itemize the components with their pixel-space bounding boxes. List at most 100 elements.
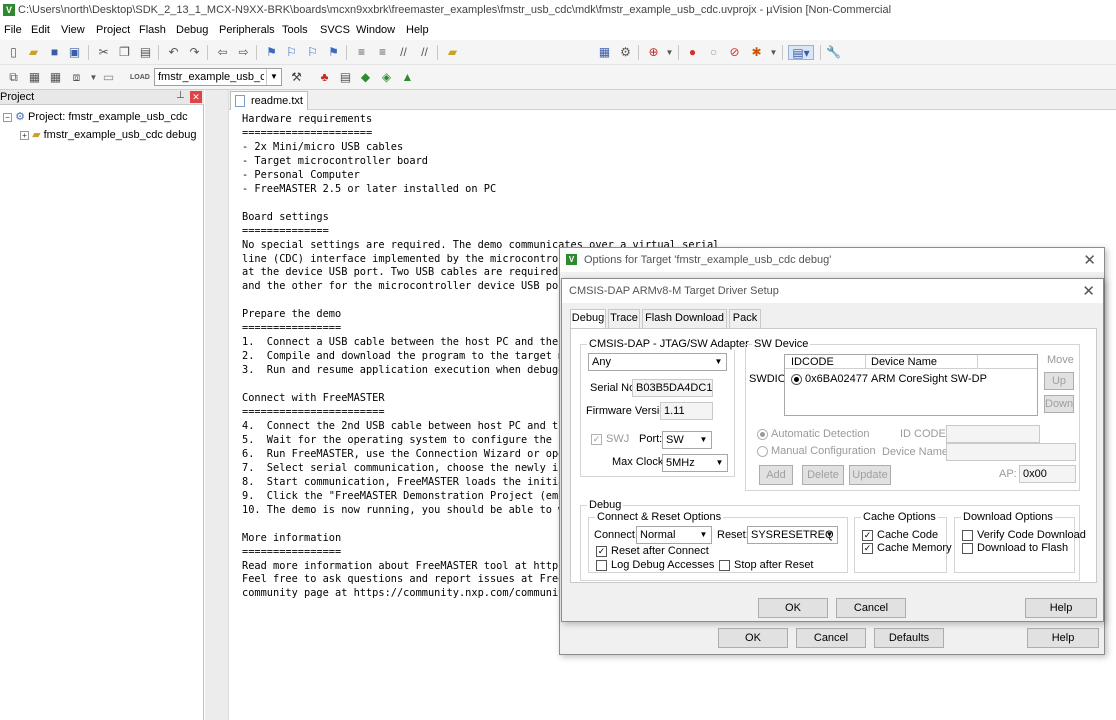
nav-forward-icon[interactable]: ⇨ (236, 45, 251, 60)
pin-icon[interactable]: ⊥ (176, 90, 185, 101)
menu-peripherals[interactable]: Peripherals (219, 24, 275, 36)
options-defaults-button[interactable]: Defaults (874, 628, 944, 648)
automatic-detection-radio[interactable] (757, 429, 768, 440)
indent-icon[interactable]: ≡ (354, 45, 369, 60)
cache-memory-checkbox[interactable]: ✓ (862, 543, 873, 554)
components-icon[interactable]: ▲ (400, 70, 415, 85)
menu-tools[interactable]: Tools (282, 24, 308, 36)
sw-device-table[interactable]: IDCODE Device Name 0x6BA02477 ARM CoreSi… (784, 354, 1038, 416)
driver-help-button[interactable]: Help (1025, 598, 1097, 618)
target-select[interactable]: fmstr_example_usb_cdc d ▼ (154, 68, 282, 86)
menu-flash[interactable]: Flash (139, 24, 166, 36)
verify-code-download-checkbox[interactable] (962, 530, 973, 541)
close-icon[interactable]: ✕ (1083, 251, 1096, 269)
window-layout-icon[interactable]: ▤▾ (788, 45, 814, 60)
wrench-icon[interactable]: 🔧 (826, 45, 841, 60)
tab-trace[interactable]: Trace (608, 309, 640, 328)
swj-checkbox[interactable]: ✓ (591, 434, 602, 445)
add-device-button[interactable]: Add (759, 465, 793, 485)
uncomment-icon[interactable]: // (417, 45, 432, 60)
save-icon[interactable]: ■ (47, 45, 62, 60)
chevron-down-icon[interactable]: ▼ (266, 69, 281, 85)
prev-bookmark-icon[interactable]: ⚐ (284, 45, 299, 60)
delete-device-button[interactable]: Delete (802, 465, 844, 485)
reset-select[interactable]: SYSRESETREQ ▼ (747, 526, 838, 544)
tree-item-target[interactable]: + ▰ fmstr_example_usb_cdc debug (20, 128, 196, 141)
cache-code-checkbox[interactable]: ✓ (862, 530, 873, 541)
connect-select[interactable]: Normal ▼ (636, 526, 712, 544)
id-code-field[interactable] (946, 425, 1040, 443)
chevron-down-icon[interactable]: ▼ (712, 455, 727, 471)
chevron-down-icon[interactable]: ▼ (711, 354, 726, 370)
expand-icon[interactable]: + (20, 130, 29, 140)
adapter-select[interactable]: Any ▼ (588, 353, 727, 371)
nav-back-icon[interactable]: ⇦ (215, 45, 230, 60)
update-device-button[interactable]: Update (849, 465, 891, 485)
stop-build-icon[interactable]: ▭ (101, 70, 116, 85)
kill-breakpoints-icon[interactable]: ✱ (749, 45, 764, 60)
log-debug-accesses-checkbox[interactable] (596, 560, 607, 571)
menu-view[interactable]: View (61, 24, 85, 36)
chevron-down-icon[interactable]: ▼ (662, 45, 677, 60)
clear-bookmarks-icon[interactable]: ⚑ (326, 45, 341, 60)
next-bookmark-icon[interactable]: ⚐ (305, 45, 320, 60)
reset-after-connect-checkbox[interactable]: ✓ (596, 546, 607, 557)
unindent-icon[interactable]: ≡ (375, 45, 390, 60)
cut-icon[interactable]: ✂ (96, 45, 111, 60)
ap-field[interactable]: 0x00 (1019, 465, 1076, 483)
options-ok-button[interactable]: OK (718, 628, 788, 648)
zoom-icon[interactable]: ⊕ (646, 45, 661, 60)
port-select[interactable]: SW ▼ (662, 431, 712, 449)
tab-pack[interactable]: Pack (729, 309, 761, 328)
chevron-down-icon[interactable]: ▼ (766, 45, 781, 60)
options-help-button[interactable]: Help (1027, 628, 1099, 648)
new-file-icon[interactable]: ▯ (6, 45, 21, 60)
comment-icon[interactable]: // (396, 45, 411, 60)
device-row-radio[interactable] (791, 374, 802, 385)
max-clock-select[interactable]: 5MHz ▼ (662, 454, 728, 472)
target-options-icon[interactable]: ⚒ (289, 70, 304, 85)
disable-all-breakpoints-icon[interactable]: ⊘ (727, 45, 742, 60)
breakpoint-icon[interactable]: ● (685, 45, 700, 60)
copy-icon[interactable]: ❐ (117, 45, 132, 60)
save-all-icon[interactable]: ▣ (67, 45, 82, 60)
bookmark-icon[interactable]: ⚑ (264, 45, 279, 60)
chevron-down-icon[interactable]: ▼ (696, 432, 711, 448)
tab-flash-download[interactable]: Flash Download (642, 309, 727, 328)
driver-ok-button[interactable]: OK (758, 598, 828, 618)
tree-item-project-root[interactable]: − ⚙ Project: fmstr_example_usb_cdc (3, 110, 188, 123)
menu-edit[interactable]: Edit (31, 24, 50, 36)
manage-rte-icon[interactable]: ◆ (358, 70, 373, 85)
settings-icon[interactable]: ⚙ (618, 45, 633, 60)
download-load-icon[interactable]: LOAD (130, 70, 150, 85)
build-icon[interactable]: ▦ (27, 70, 42, 85)
move-down-button[interactable]: Down (1044, 395, 1074, 413)
menu-debug[interactable]: Debug (176, 24, 208, 36)
download-to-flash-checkbox[interactable] (962, 543, 973, 554)
chevron-down-icon[interactable]: ▼ (822, 527, 837, 543)
menu-project[interactable]: Project (96, 24, 130, 36)
manual-configuration-radio[interactable] (757, 446, 768, 457)
stop-after-reset-checkbox[interactable] (719, 560, 730, 571)
menu-svcs[interactable]: SVCS (320, 24, 350, 36)
find-in-files-icon[interactable]: ▰ (445, 45, 460, 60)
close-icon[interactable]: ✕ (1082, 282, 1095, 300)
open-folder-icon[interactable]: ▰ (26, 45, 41, 60)
batch-build-icon[interactable]: ⧈ (69, 70, 84, 85)
translate-icon[interactable]: ⧉ (6, 70, 21, 85)
menu-window[interactable]: Window (356, 24, 395, 36)
driver-cancel-button[interactable]: Cancel (836, 598, 906, 618)
pack-installer-icon[interactable]: ◈ (379, 70, 394, 85)
chevron-down-icon[interactable]: ▼ (696, 527, 711, 543)
chevron-down-icon[interactable]: ▼ (86, 70, 101, 85)
device-name-field[interactable] (946, 443, 1076, 461)
manage-project-items-icon[interactable]: ♣ (317, 70, 332, 85)
paste-icon[interactable]: ▤ (138, 45, 153, 60)
menu-file[interactable]: File (4, 24, 22, 36)
close-icon[interactable]: ✕ (190, 91, 202, 103)
breakpoint-disabled-icon[interactable]: ○ (706, 45, 721, 60)
select-packs-icon[interactable]: ▤ (338, 70, 353, 85)
tab-readme[interactable]: readme.txt (230, 91, 308, 110)
menu-help[interactable]: Help (406, 24, 429, 36)
rebuild-icon[interactable]: ▦ (48, 70, 63, 85)
